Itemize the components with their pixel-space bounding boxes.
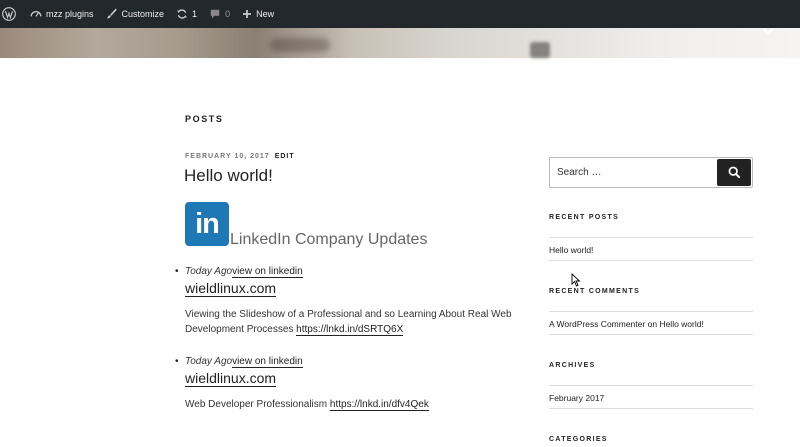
linkedin-heading: LinkedIn Company Updates xyxy=(230,231,428,248)
time-ago: Today Ago xyxy=(185,356,233,367)
archives-list: February 2017 xyxy=(549,385,753,409)
recent-posts-list: Hello world! xyxy=(549,237,753,261)
customize-label: Customize xyxy=(121,9,165,19)
list-item: A WordPress Commenter on Hello world! xyxy=(549,311,753,335)
domain-link[interactable]: wieldlinux.com xyxy=(185,280,277,297)
customize-link[interactable]: Customize xyxy=(100,0,171,28)
site-name-menu[interactable]: mzz plugins xyxy=(24,0,100,28)
list-item: February 2017 xyxy=(549,385,753,409)
comment-on-text: on xyxy=(647,319,658,329)
search-input[interactable] xyxy=(550,158,716,187)
new-content-link[interactable]: New xyxy=(236,0,280,28)
post-date[interactable]: FEBRUARY 10, 2017 xyxy=(185,153,270,160)
updates-link[interactable]: 1 xyxy=(170,0,203,28)
plus-icon xyxy=(243,10,252,18)
time-ago: Today Ago xyxy=(185,266,233,277)
search-button[interactable] xyxy=(717,159,751,186)
search-form xyxy=(549,157,753,188)
chevron-down-icon[interactable] xyxy=(762,28,774,36)
dashboard-icon xyxy=(30,11,42,17)
categories-title: CATEGORIES xyxy=(549,436,608,443)
list-item: Hello world! xyxy=(549,237,753,261)
updates-icon xyxy=(177,9,187,19)
header-image xyxy=(0,28,800,58)
cursor-icon xyxy=(571,273,581,287)
comment-icon xyxy=(210,9,220,19)
list-item: • Today Agoview on linkedin wieldlinux.c… xyxy=(175,266,515,337)
admin-bar: mzz plugins Customize 1 0 New xyxy=(0,0,800,28)
edit-link[interactable]: EDIT xyxy=(275,153,295,160)
recent-comments-title: RECENT COMMENTS xyxy=(549,288,641,295)
comment-post-link[interactable]: Hello world! xyxy=(659,319,703,329)
linkedin-logo: in xyxy=(185,202,229,246)
update-description: Web Developer Professionalism https://ln… xyxy=(185,399,429,411)
list-item: • Today Agoview on linkedin wieldlinux.c… xyxy=(175,356,515,412)
domain-link[interactable]: wieldlinux.com xyxy=(185,370,277,387)
wordpress-menu[interactable] xyxy=(0,0,24,28)
comments-link[interactable]: 0 xyxy=(203,0,236,28)
updates-count: 1 xyxy=(192,9,198,19)
recent-posts-title: RECENT POSTS xyxy=(549,214,620,221)
recent-post-link[interactable]: Hello world! xyxy=(549,245,593,255)
wordpress-icon xyxy=(2,7,16,21)
page-title: POSTS xyxy=(185,114,224,124)
archive-link[interactable]: February 2017 xyxy=(549,393,604,403)
search-icon xyxy=(728,166,740,179)
brush-icon xyxy=(106,8,117,19)
archives-title: ARCHIVES xyxy=(549,362,596,369)
update-description: Viewing the Slideshow of a Professional … xyxy=(185,309,512,336)
update-url-link[interactable]: https://lnkd.in/dfv4Qek xyxy=(329,399,429,411)
entry-meta: FEBRUARY 10, 2017 EDIT xyxy=(185,153,295,160)
post-title[interactable]: Hello world! xyxy=(184,166,273,186)
update-url-link[interactable]: https://lnkd.in/dSRTQ6X xyxy=(296,324,404,336)
new-label: New xyxy=(256,9,275,19)
comments-count: 0 xyxy=(225,9,231,19)
site-name-label: mzz plugins xyxy=(46,9,94,19)
recent-comments-list: A WordPress Commenter on Hello world! xyxy=(549,311,753,335)
comment-author-link[interactable]: A WordPress Commenter xyxy=(549,319,645,329)
